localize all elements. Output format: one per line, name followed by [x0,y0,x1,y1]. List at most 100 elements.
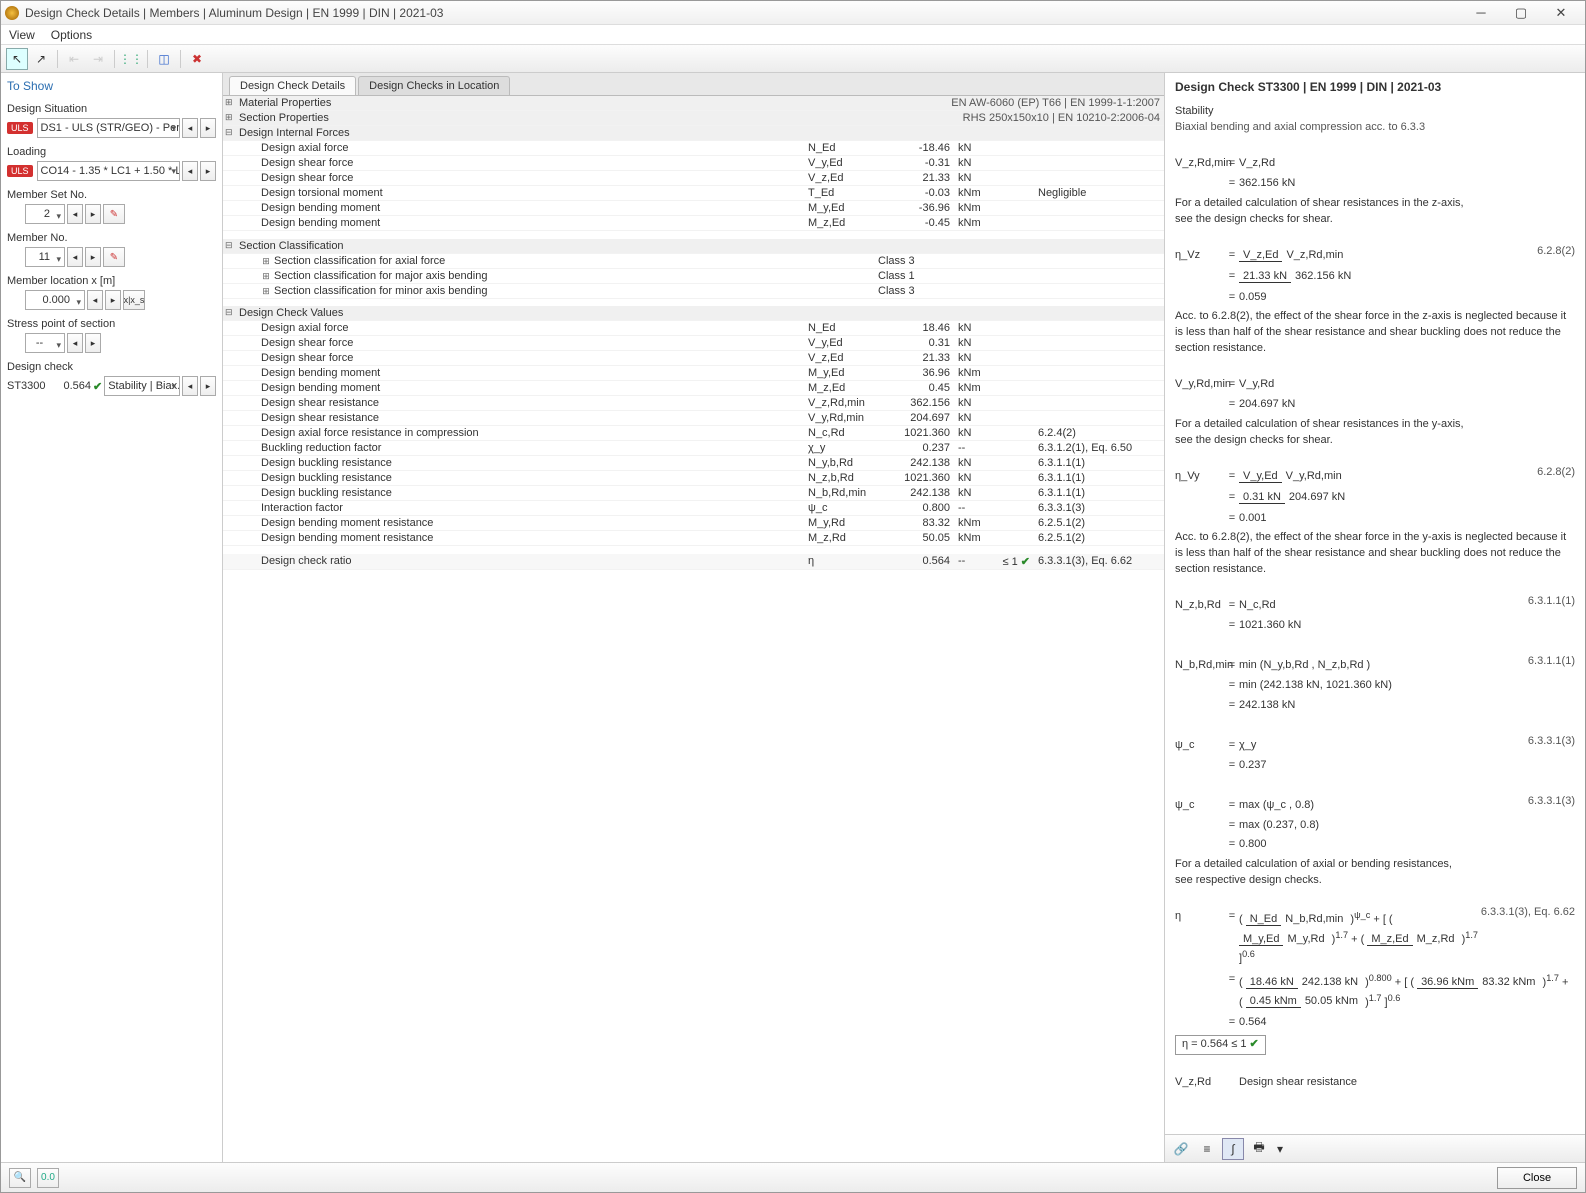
cat-classification[interactable]: Section Classification [223,239,1164,254]
situation-next-button[interactable]: ▸ [200,118,216,138]
cat-dif[interactable]: Design Internal Forces [223,126,1164,141]
details-grid[interactable]: Material PropertiesEN AW-6060 (EP) T66 |… [223,95,1164,1162]
situation-combo[interactable]: DS1 - ULS (STR/GEO) - Permane... [37,118,180,138]
tool-left-icon[interactable]: ⇤ [63,48,85,70]
design-situation-label: Design Situation [7,103,216,115]
stability-desc: Biaxial bending and axial compression ac… [1175,120,1575,136]
loading-label: Loading [7,146,216,158]
calc-content[interactable]: Design Check ST3300 | EN 1999 | DIN | 20… [1165,73,1585,1118]
main-toolbar: ↖ ↗ ⇤ ⇥ ⋮⋮ ◫ ✖ [1,45,1585,73]
table-row: Design buckling resistanceN_y,b,Rd242.13… [223,456,1164,471]
ratio-check-icon: ✔ [1021,556,1030,568]
close-button[interactable]: Close [1497,1167,1577,1189]
table-row: ⊞ Section classification for minor axis … [223,283,1164,298]
middle-panel: Design Check Details Design Checks in Lo… [223,73,1165,1162]
table-row: Design bending moment resistanceM_z,Rd50… [223,531,1164,546]
left-panel-title: To Show [7,77,216,95]
tab-locations[interactable]: Design Checks in Location [358,76,510,95]
rtool-link-icon[interactable]: 🔗 [1170,1138,1192,1160]
stress-next-button[interactable]: ▸ [85,333,101,353]
maximize-button[interactable]: ▢ [1501,2,1541,24]
rtool-math-icon[interactable]: ∫ [1222,1138,1244,1160]
cat-material[interactable]: Material Properties [223,96,804,111]
table-row: ⊞ Section classification for major axis … [223,268,1164,283]
right-toolbar: 🔗 ≡ ∫ 🖶 ▾ [1165,1134,1585,1162]
member-input[interactable]: 11 [25,247,65,267]
menubar: View Options [1,25,1585,45]
table-row: Design shear forceV_z,Ed21.33kN [223,351,1164,366]
stress-label: Stress point of section [7,318,216,330]
tool-right-icon[interactable]: ⇥ [87,48,109,70]
app-icon [5,6,19,20]
location-input[interactable]: 0.000 [25,290,85,310]
check-name: ST3300 [7,380,53,392]
check-desc-combo[interactable]: Stability | Biax... [104,376,180,396]
location-label: Member location x [m] [7,275,216,287]
situation-prev-button[interactable]: ◂ [182,118,198,138]
check-icon: ✔ [93,380,102,393]
cat-section[interactable]: Section Properties [223,111,804,126]
table-row: Design bending momentM_z,Ed0.45kNm [223,381,1164,396]
check-next-button[interactable]: ▸ [200,376,216,396]
table-row: Buckling reduction factorχ_y0.237--6.3.1… [223,441,1164,456]
loading-combo[interactable]: CO14 - 1.35 * LC1 + 1.50 * LC2 ... [37,161,180,181]
tab-details[interactable]: Design Check Details [229,76,356,95]
table-row: Design shear resistanceV_y,Rd,min204.697… [223,411,1164,426]
rtool-print-icon[interactable]: 🖶 [1248,1138,1270,1160]
eta-result-box: η = 0.564 ≤ 1 ✔ [1175,1035,1266,1055]
table-row: Design shear resistanceV_z,Rd,min362.156… [223,396,1164,411]
table-row: Design buckling resistanceN_b,Rd,min242.… [223,486,1164,501]
memberset-label: Member Set No. [7,189,216,201]
location-next-button[interactable]: ▸ [105,290,121,310]
table-row: Design shear forceV_z,Ed21.33kN [223,171,1164,186]
table-row: Design torsional momentT_Ed-0.03kNmNegli… [223,186,1164,201]
bottom-bar: 🔍 0.0 Close [1,1162,1585,1192]
minimize-button[interactable]: ─ [1461,2,1501,24]
member-pick-icon[interactable]: ✎ [103,247,125,267]
table-row: Design bending momentM_y,Ed36.96kNm [223,366,1164,381]
table-row: Design shear forceV_y,Ed0.31kN [223,336,1164,351]
check-label: Design check [7,361,216,373]
memberset-prev-button[interactable]: ◂ [67,204,83,224]
tool-pick-icon[interactable]: ↗ [30,48,52,70]
loading-next-button[interactable]: ▸ [200,161,216,181]
table-row: Design axial forceN_Ed18.46kN [223,321,1164,336]
table-row: Design bending moment resistanceM_y,Rd83… [223,516,1164,531]
ratio-label: Design check ratio [223,554,804,570]
titlebar: Design Check Details | Members | Aluminu… [1,1,1585,25]
table-row: Design buckling resistanceN_z,b,Rd1021.3… [223,471,1164,486]
close-window-button[interactable]: ✕ [1541,2,1581,24]
tool-cross-icon[interactable]: ✖ [186,48,208,70]
table-row: Design shear forceV_y,Ed-0.31kN [223,156,1164,171]
member-label: Member No. [7,232,216,244]
table-row: Design axial forceN_Ed-18.46kN [223,141,1164,156]
location-xs-button[interactable]: x|x_s [123,290,145,310]
units-icon[interactable]: 0.0 [37,1168,59,1188]
right-title: Design Check ST3300 | EN 1999 | DIN | 20… [1175,79,1575,96]
rtool-dropdown-icon[interactable]: ▾ [1274,1138,1286,1160]
check-prev-button[interactable]: ◂ [182,376,198,396]
loading-prev-button[interactable]: ◂ [182,161,198,181]
table-row: ⊞ Section classification for axial force… [223,253,1164,268]
stress-input[interactable]: -- [25,333,65,353]
tool-pointer-icon[interactable]: ↖ [6,48,28,70]
right-hscroll[interactable] [1165,1118,1585,1134]
stress-prev-button[interactable]: ◂ [67,333,83,353]
left-panel: To Show Design Situation ULS DS1 - ULS (… [1,73,223,1162]
check-ratio: 0.564 [55,380,91,392]
location-prev-button[interactable]: ◂ [87,290,103,310]
memberset-pick-icon[interactable]: ✎ [103,204,125,224]
tool-nodes-icon[interactable]: ⋮⋮ [120,48,142,70]
menu-view[interactable]: View [9,28,35,42]
member-next-button[interactable]: ▸ [85,247,101,267]
member-prev-button[interactable]: ◂ [67,247,83,267]
tool-view-icon[interactable]: ◫ [153,48,175,70]
table-row: Interaction factorψ_c0.800--6.3.3.1(3) [223,501,1164,516]
loading-badge: ULS [7,165,33,177]
help-icon[interactable]: 🔍 [9,1168,31,1188]
memberset-next-button[interactable]: ▸ [85,204,101,224]
cat-dcv[interactable]: Design Check Values [223,306,1164,321]
memberset-input[interactable]: 2 [25,204,65,224]
rtool-list-icon[interactable]: ≡ [1196,1138,1218,1160]
menu-options[interactable]: Options [51,28,92,42]
